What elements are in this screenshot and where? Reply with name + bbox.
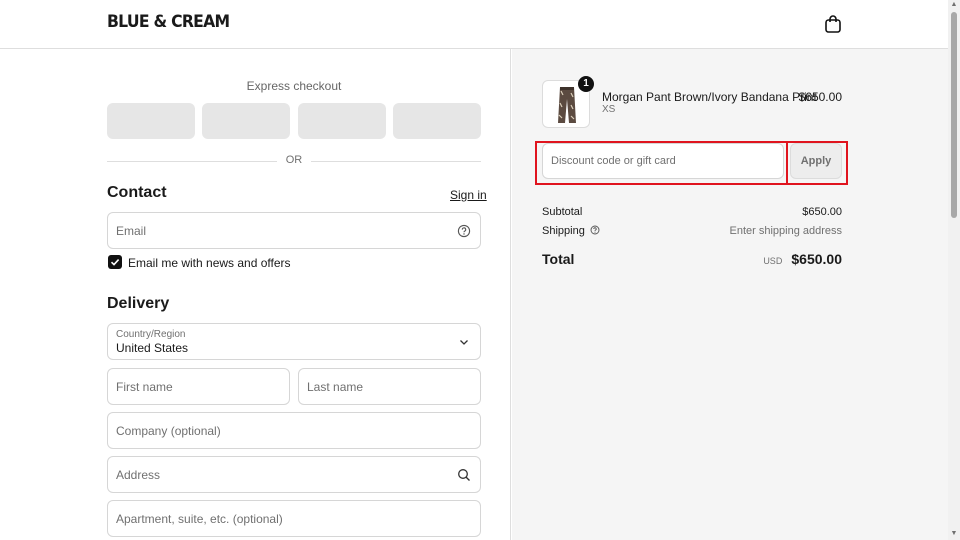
shipping-label: Shipping [542, 225, 585, 237]
quantity-badge: 1 [578, 76, 594, 92]
newsletter-checkbox[interactable] [108, 255, 122, 269]
highlight-box-apply [786, 141, 848, 185]
shipping-row: Shipping Enter shipping address [542, 225, 842, 239]
highlight-box-discount [535, 141, 788, 185]
newsletter-label: Email me with news and offers [128, 256, 291, 270]
order-summary: 1 Morgan Pant Brown/Ivory Bandana Print … [512, 49, 948, 540]
or-text: OR [285, 154, 303, 166]
total-value: $650.00 [791, 251, 842, 267]
email-placeholder: Email [116, 224, 147, 238]
express-checkout-label: Express checkout [246, 79, 342, 93]
contact-title: Contact [107, 184, 167, 201]
express-pay-button-3[interactable] [298, 103, 386, 139]
company-placeholder: Company (optional) [116, 424, 221, 438]
shopping-bag-icon[interactable] [824, 14, 842, 34]
header: BLUE & CREAM [0, 0, 948, 49]
last-name-field[interactable]: Last name [298, 368, 481, 405]
delivery-title: Delivery [107, 295, 170, 312]
scroll-down-arrow-icon[interactable]: ▼ [950, 530, 958, 538]
express-pay-button-4[interactable] [393, 103, 481, 139]
company-field[interactable]: Company (optional) [107, 412, 481, 449]
shipping-label-wrap: Shipping [542, 225, 600, 237]
page-scrollbar[interactable]: ▲ ▼ [948, 0, 960, 540]
express-pay-button-2[interactable] [202, 103, 290, 139]
scrollbar-thumb[interactable] [951, 12, 957, 218]
help-circle-icon[interactable] [590, 225, 600, 235]
search-icon [458, 469, 470, 481]
total-currency: USD [763, 256, 783, 266]
email-field[interactable]: Email [107, 212, 481, 249]
total-label: Total [542, 251, 575, 267]
total-row: Total USD $650.00 [542, 251, 842, 271]
help-circle-icon[interactable] [457, 224, 471, 238]
country-label: Country/Region [116, 329, 186, 340]
first-name-placeholder: First name [116, 380, 173, 394]
apartment-field[interactable]: Apartment, suite, etc. (optional) [107, 500, 481, 537]
apartment-placeholder: Apartment, suite, etc. (optional) [116, 512, 283, 526]
product-variant: XS [602, 104, 616, 115]
country-select[interactable]: Country/Region United States [107, 323, 481, 360]
checkout-form: Express checkout OR Contact Sign in Emai… [0, 49, 511, 540]
address-placeholder: Address [116, 468, 161, 482]
sign-in-link[interactable]: Sign in [450, 188, 487, 202]
check-icon [110, 259, 120, 266]
subtotal-label: Subtotal [542, 206, 583, 218]
chevron-down-icon [460, 340, 468, 345]
last-name-placeholder: Last name [307, 380, 364, 394]
brand-logo[interactable]: BLUE & CREAM [107, 12, 230, 32]
country-value: United States [116, 341, 189, 355]
total-value-wrap: USD $650.00 [763, 251, 842, 267]
first-name-field[interactable]: First name [107, 368, 290, 405]
shipping-value: Enter shipping address [729, 225, 842, 237]
express-pay-button-1[interactable] [107, 103, 195, 139]
subtotal-value: $650.00 [802, 206, 842, 218]
or-divider: OR [107, 154, 481, 168]
product-price: $650.00 [798, 90, 842, 104]
address-field[interactable]: Address [107, 456, 481, 493]
subtotal-row: Subtotal $650.00 [542, 206, 842, 220]
scroll-up-arrow-icon[interactable]: ▲ [950, 1, 958, 9]
